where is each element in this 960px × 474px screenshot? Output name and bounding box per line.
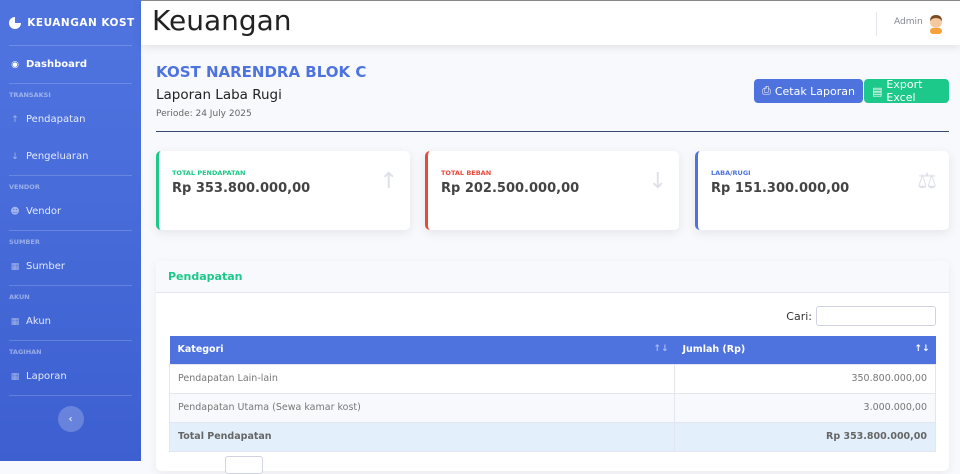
label: Pendapatan bbox=[26, 114, 86, 125]
pendapatan-table: Kategori ↑↓ Jumlah (Rp) ↑↓ Pendapatan Lain-… bbox=[169, 336, 936, 452]
table-row: Pendapatan Utama (Sewa kamar kost)3.000.… bbox=[170, 393, 936, 422]
sidebar-item-vendor[interactable]: ☻ Vendor bbox=[0, 193, 141, 230]
brand[interactable]: KEUANGAN KOST bbox=[0, 0, 141, 45]
card-total-beban: TOTAL BEBAN Rp 202.500.000,00 ↓ bbox=[425, 151, 679, 230]
card-value: Rp 151.300.000,00 bbox=[711, 181, 849, 196]
sort-icon: ↑↓ bbox=[914, 344, 929, 354]
topbar: Keuangan Admin bbox=[141, 0, 960, 45]
card-value: Rp 202.500.000,00 bbox=[441, 181, 579, 196]
divider bbox=[156, 131, 949, 132]
heading-sumber: SUMBER bbox=[0, 231, 141, 248]
label: Sumber bbox=[26, 261, 65, 272]
print-icon: ⎙ bbox=[762, 84, 771, 98]
divider bbox=[876, 12, 877, 36]
arrow-up-icon: ↑ bbox=[380, 169, 398, 194]
heading-tagihan: TAGIHAN bbox=[0, 341, 141, 358]
card-value: Rp 353.800.000,00 bbox=[172, 181, 310, 196]
table-icon: ▦ bbox=[10, 262, 20, 272]
page-length-select[interactable] bbox=[225, 456, 263, 474]
arrow-down-icon: ↓ bbox=[649, 169, 667, 194]
label: Laporan bbox=[26, 371, 67, 382]
sidebar-item-dashboard[interactable]: ◉ Dashboard bbox=[0, 46, 141, 83]
table-icon: ▦ bbox=[10, 317, 20, 327]
report-title: Laporan Laba Rugi bbox=[156, 87, 282, 103]
sort-icon: ↑↓ bbox=[653, 344, 668, 354]
report-period: Periode: 24 July 2025 bbox=[156, 109, 252, 119]
cell-kategori: Pendapatan Utama (Sewa kamar kost) bbox=[170, 393, 675, 422]
arrow-up-icon: ↑ bbox=[10, 115, 20, 125]
cell-jumlah: 3.000.000,00 bbox=[675, 393, 936, 422]
label: Vendor bbox=[26, 206, 61, 217]
label: Pengeluaran bbox=[26, 151, 89, 162]
balance-scale-icon: ⚖ bbox=[917, 169, 937, 194]
sidebar: KEUANGAN KOST ◉ Dashboard TRANSAKSI ↑ Pend… bbox=[0, 0, 141, 461]
heading-akun: AKUN bbox=[0, 286, 141, 303]
chart-pie-icon bbox=[9, 17, 21, 29]
card-label: LABA/RUGI bbox=[711, 169, 751, 177]
search-input[interactable] bbox=[816, 306, 936, 326]
dashboard-icon: ◉ bbox=[10, 60, 20, 70]
heading-transaksi: TRANSAKSI bbox=[0, 84, 141, 101]
panel-title: Pendapatan bbox=[156, 261, 949, 293]
kost-name: KOST NARENDRA BLOK C bbox=[156, 63, 366, 81]
sidebar-item-laporan[interactable]: ▦ Laporan bbox=[0, 358, 141, 395]
arrow-down-icon: ↓ bbox=[10, 152, 20, 162]
user-name[interactable]: Admin bbox=[894, 17, 923, 27]
avatar-icon[interactable] bbox=[928, 13, 944, 34]
column-header-jumlah[interactable]: Jumlah (Rp) ↑↓ bbox=[675, 336, 936, 364]
divider bbox=[9, 395, 132, 396]
label: Akun bbox=[26, 316, 51, 327]
file-excel-icon: ▤ bbox=[872, 85, 882, 98]
sidebar-toggle-button[interactable]: ‹ bbox=[58, 406, 84, 432]
sidebar-item-pengeluaran[interactable]: ↓ Pengeluaran bbox=[0, 138, 141, 175]
cell-kategori: Total Pendapatan bbox=[170, 422, 675, 451]
export-excel-button[interactable]: ▤ Export Excel bbox=[864, 79, 949, 103]
search-label: Cari: bbox=[786, 310, 812, 323]
label: Kategori bbox=[178, 344, 224, 355]
users-icon: ☻ bbox=[10, 207, 20, 217]
heading-vendor: VENDOR bbox=[0, 176, 141, 193]
card-label: TOTAL BEBAN bbox=[441, 169, 491, 177]
card-total-pendapatan: TOTAL PENDAPATAN Rp 353.800.000,00 ↑ bbox=[156, 151, 410, 230]
sidebar-item-pendapatan[interactable]: ↑ Pendapatan bbox=[0, 101, 141, 138]
column-header-kategori[interactable]: Kategori ↑↓ bbox=[170, 336, 675, 364]
search: Cari: bbox=[786, 306, 936, 326]
print-report-button[interactable]: ⎙ Cetak Laporan bbox=[754, 79, 863, 103]
table-icon: ▦ bbox=[10, 372, 20, 382]
page-title: Keuangan bbox=[152, 4, 292, 37]
card-label: TOTAL PENDAPATAN bbox=[172, 169, 246, 177]
sidebar-item-sumber[interactable]: ▦ Sumber bbox=[0, 248, 141, 285]
label: Export Excel bbox=[886, 78, 941, 104]
label: Dashboard bbox=[26, 59, 87, 70]
table-row: Pendapatan Lain-lain350.800.000,00 bbox=[170, 364, 936, 393]
cell-jumlah: Rp 353.800.000,00 bbox=[675, 422, 936, 451]
label: Cetak Laporan bbox=[775, 85, 855, 98]
pendapatan-panel: Pendapatan Cari: Kategori ↑↓ Jumlah (Rp) ↑↓… bbox=[156, 261, 949, 471]
brand-text: KEUANGAN KOST bbox=[21, 15, 141, 31]
cell-kategori: Pendapatan Lain-lain bbox=[170, 364, 675, 393]
card-laba-rugi: LABA/RUGI Rp 151.300.000,00 ⚖ bbox=[695, 151, 949, 230]
total-row: Total PendapatanRp 353.800.000,00 bbox=[170, 422, 936, 451]
label: Jumlah (Rp) bbox=[683, 344, 746, 355]
cell-jumlah: 350.800.000,00 bbox=[675, 364, 936, 393]
sidebar-item-akun[interactable]: ▦ Akun bbox=[0, 303, 141, 340]
